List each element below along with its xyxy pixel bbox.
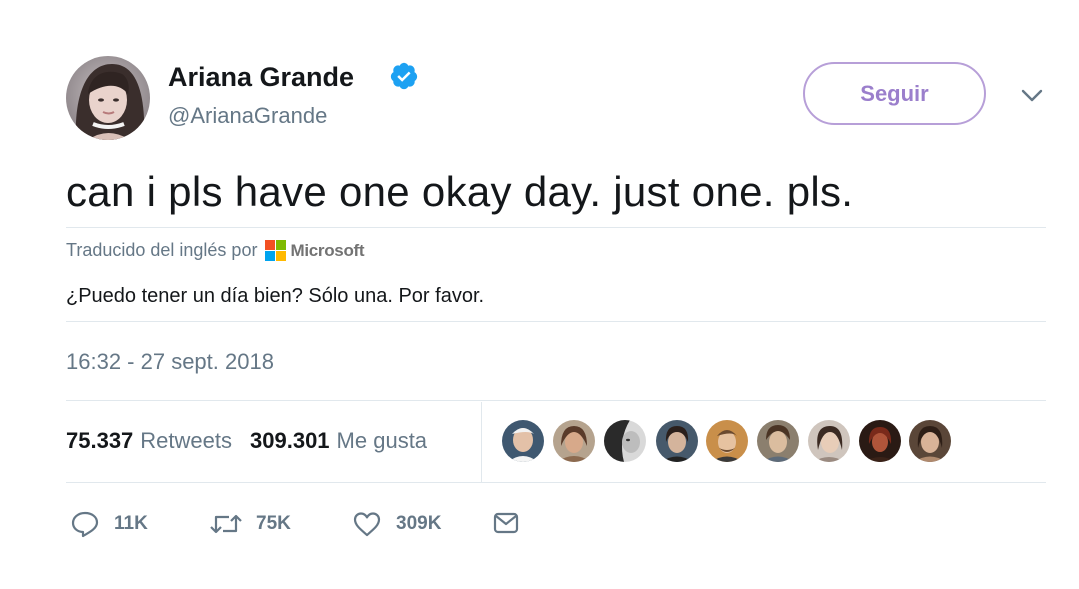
tweet-timestamp[interactable]: 16:32 - 27 sept. 2018 (66, 349, 274, 375)
liker-avatar[interactable] (808, 420, 850, 462)
likes-count: 309.301 (250, 428, 330, 453)
like-button[interactable]: 309K (352, 510, 441, 538)
likes-stat[interactable]: 309.301 Me gusta (250, 428, 427, 454)
author-display-name[interactable]: Ariana Grande (168, 62, 354, 93)
reply-button[interactable]: 11K (70, 510, 148, 538)
stats-divider (481, 402, 482, 482)
verified-badge-icon (390, 62, 418, 90)
tweet-text: can i pls have one okay day. just one. p… (66, 168, 854, 215)
translator-name: Microsoft (290, 240, 365, 260)
divider (66, 400, 1046, 401)
liker-avatar[interactable] (656, 420, 698, 462)
author-avatar[interactable] (66, 56, 150, 140)
liker-avatar[interactable] (502, 420, 544, 462)
heart-icon (353, 512, 381, 537)
translation-attribution: Traducido del inglés por Microsoft (66, 240, 365, 261)
likes-label: Me gusta (336, 428, 428, 453)
liker-avatar[interactable] (757, 420, 799, 462)
liker-avatar[interactable] (859, 420, 901, 462)
divider (66, 321, 1046, 322)
liker-avatar[interactable] (706, 420, 748, 462)
retweet-icon (210, 514, 242, 534)
retweets-label: Retweets (140, 428, 233, 453)
engagement-stats: 75.337 Retweets 309.301 Me gusta (66, 428, 427, 454)
reply-count: 11K (114, 513, 148, 534)
reply-icon (71, 511, 99, 538)
tweet-card: Ariana Grande @ArianaGrande Seguir can i… (0, 0, 1079, 589)
retweets-stat[interactable]: 75.337 Retweets (66, 428, 232, 454)
chevron-down-icon[interactable] (1018, 84, 1046, 106)
liker-avatar[interactable] (909, 420, 951, 462)
retweets-count: 75.337 (66, 428, 134, 453)
liker-avatar[interactable] (604, 420, 646, 462)
follow-button[interactable]: Seguir (803, 62, 986, 125)
liker-avatar[interactable] (553, 420, 595, 462)
retweet-button[interactable]: 75K (208, 510, 291, 538)
translated-by-label: Traducido del inglés por (66, 240, 258, 260)
author-handle[interactable]: @ArianaGrande (168, 103, 327, 129)
divider (66, 227, 1046, 228)
retweet-count: 75K (256, 513, 291, 534)
microsoft-logo-icon (265, 240, 287, 261)
like-count: 309K (396, 513, 442, 534)
divider (66, 482, 1046, 483)
tweet-translation: ¿Puedo tener un día bien? Sólo una. Por … (66, 285, 485, 307)
direct-message-button[interactable] (492, 510, 520, 536)
envelope-icon (493, 512, 519, 534)
